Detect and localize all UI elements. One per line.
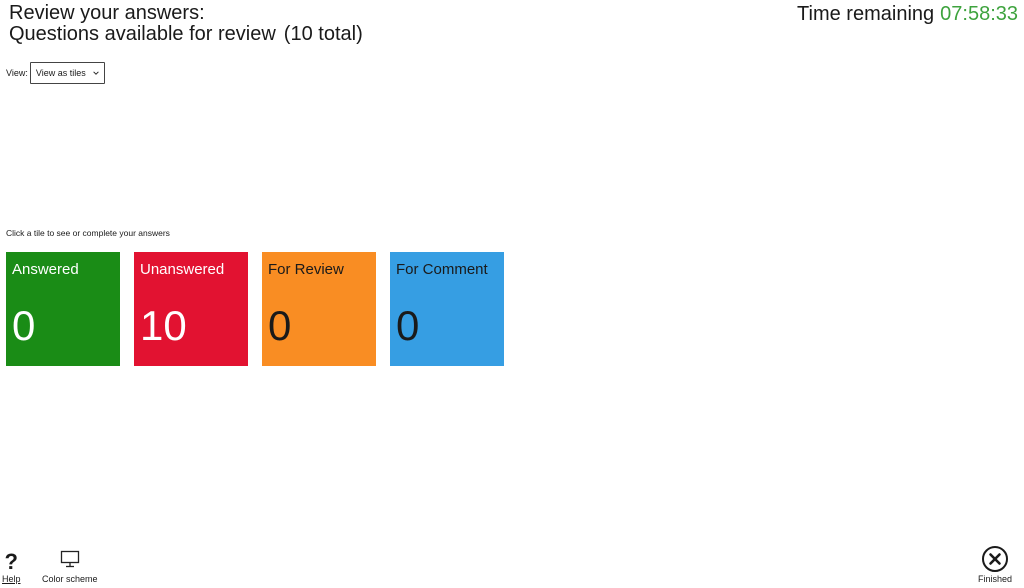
tile-label: For Comment <box>396 261 488 278</box>
close-circle-icon <box>981 546 1008 572</box>
tile-label: For Review <box>268 261 344 278</box>
tile-count: 0 <box>396 302 420 349</box>
tile-group: Answered 0 Unanswered 10 For Review 0 Fo… <box>6 252 504 366</box>
tile-unanswered[interactable]: Unanswered 10 <box>134 252 248 366</box>
instruction-text: Click a tile to see or complete your ans… <box>6 228 170 238</box>
total-count: (10 total) <box>283 23 363 45</box>
finished-label: Finished <box>977 574 1012 584</box>
tile-count: 0 <box>268 302 292 349</box>
color-scheme-label: Color scheme <box>42 574 98 584</box>
view-selector-row: View: View as tiles <box>6 62 105 84</box>
tile-label: Unanswered <box>140 261 225 278</box>
monitor-icon <box>60 550 79 568</box>
finished-button[interactable]: Finished <box>978 545 1012 584</box>
help-button[interactable]: ? Help <box>2 549 21 585</box>
view-select-value: View as tiles <box>35 68 86 78</box>
tile-for-review[interactable]: For Review 0 <box>262 252 376 366</box>
title-line: Review your answers: <box>9 2 205 24</box>
view-label: View: <box>6 68 28 78</box>
tile-count: 10 <box>140 302 187 349</box>
view-select[interactable]: View as tiles <box>29 62 105 84</box>
chevron-down-icon <box>93 71 99 75</box>
tile-for-comment[interactable]: For Comment 0 <box>390 252 504 366</box>
color-scheme-button[interactable]: Color scheme <box>42 548 98 584</box>
tile-label: Answered <box>12 261 79 278</box>
subtitle-text: Questions available for review <box>9 23 276 45</box>
help-label: Help <box>2 574 21 584</box>
tile-answered[interactable]: Answered 0 <box>6 252 120 366</box>
help-icon: ? <box>4 549 18 574</box>
subtitle-line: Questions available for review (10 total) <box>9 24 363 45</box>
time-remaining: Time remaining 07:58:33 <box>797 3 1018 25</box>
review-page: Review your answers: Questions available… <box>0 0 1024 588</box>
tile-count: 0 <box>12 302 36 349</box>
timer-label: Time remaining <box>797 3 935 25</box>
page-title: Review your answers: Questions available… <box>9 3 363 45</box>
timer-value: 07:58:33 <box>940 3 1018 25</box>
